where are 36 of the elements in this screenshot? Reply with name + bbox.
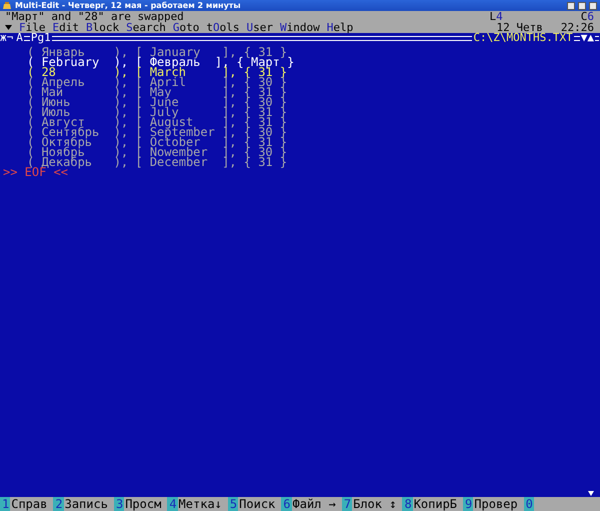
function-key[interactable]: 5 Поиск <box>228 497 282 511</box>
page-indicator: Pg1 <box>30 33 51 43</box>
close-button[interactable] <box>589 2 597 10</box>
function-key[interactable]: 1 Справ <box>0 497 54 511</box>
minimize-button[interactable] <box>567 2 575 10</box>
menu-item[interactable]: Block <box>86 22 120 33</box>
menu-item[interactable]: Help <box>326 22 354 33</box>
function-key[interactable]: 4 Метка↓ <box>167 497 228 511</box>
function-key[interactable]: 7 Блок ↕ <box>342 497 402 511</box>
menu-item[interactable]: Goto <box>172 22 200 33</box>
menu-item[interactable]: User <box>246 22 273 33</box>
window-marks[interactable]: ж¬ <box>0 33 14 43</box>
column-indicator: C6 <box>580 11 594 22</box>
eof-marker: >> EOF << <box>2 167 68 177</box>
menu-item[interactable]: Search <box>126 22 166 33</box>
date-text: 12 Четв <box>496 22 543 33</box>
app-icon <box>3 2 12 10</box>
function-key[interactable]: 3 Просм <box>114 497 168 511</box>
menu-item[interactable]: tOols <box>206 22 240 33</box>
menu-item[interactable]: Edit <box>52 22 79 33</box>
function-key[interactable]: 0 <box>524 497 534 511</box>
window-title: Multi-Edit - Четверг, 12 мая - работаем 2 минуты <box>15 1 242 10</box>
file-path: C:\Z\MONTHS.TXT <box>473 33 573 43</box>
line-indicator: L4 <box>490 11 503 22</box>
function-key[interactable]: 9 Провер <box>463 497 524 511</box>
menu-item[interactable]: File <box>19 22 46 33</box>
dropdown-icon[interactable] <box>5 25 12 30</box>
time-text: 22:26 <box>560 22 594 33</box>
maximize-button[interactable] <box>578 2 586 10</box>
status-message: "Март" and "28" are swapped <box>5 11 184 22</box>
mode-indicator: A <box>16 33 23 43</box>
function-key[interactable]: 6 Файл → <box>281 497 342 511</box>
function-key[interactable]: 8 КопирБ <box>402 497 464 511</box>
function-key[interactable]: 2 Запись <box>53 497 114 511</box>
scroll-marks[interactable]: ▼▲ <box>580 33 594 43</box>
menu-item[interactable]: Window <box>280 22 320 33</box>
